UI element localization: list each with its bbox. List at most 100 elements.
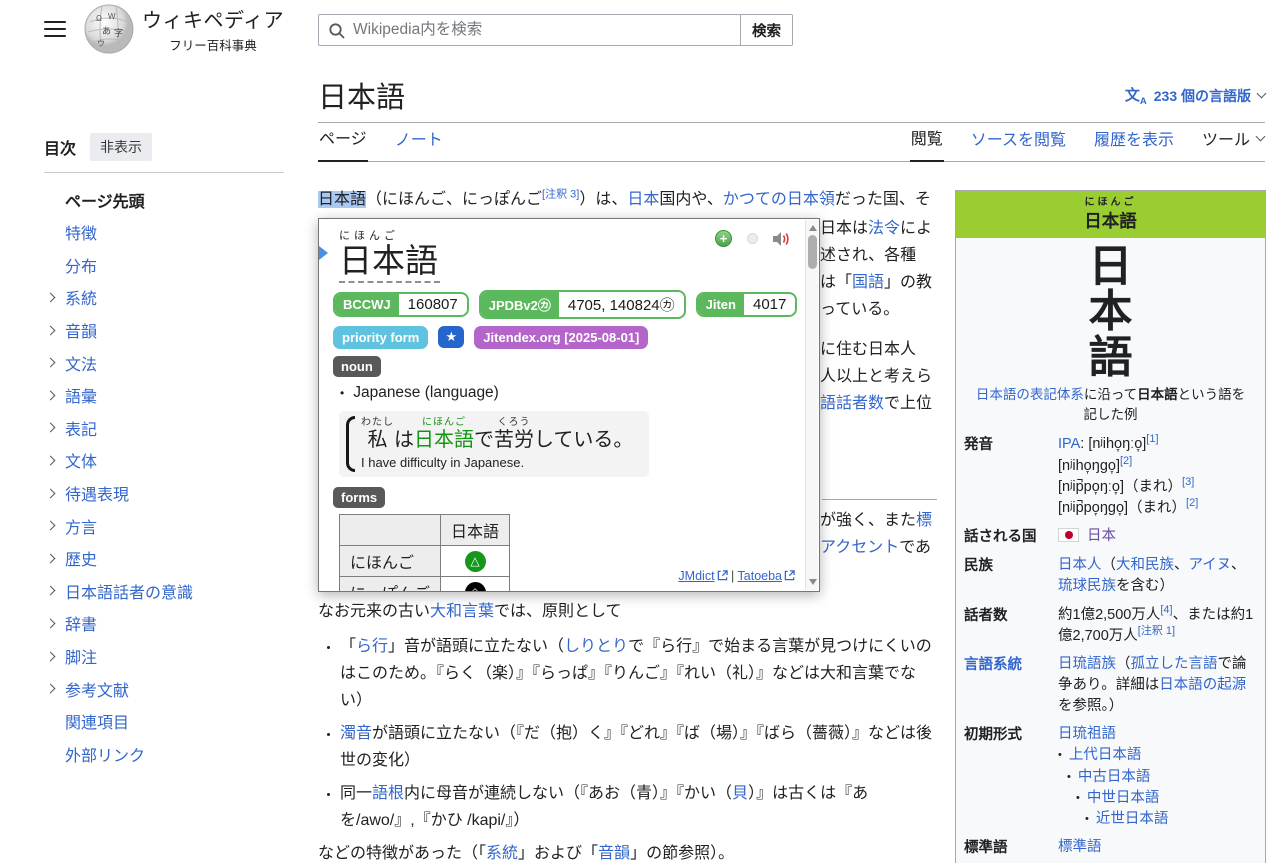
- chevron-right-icon[interactable]: [46, 488, 56, 498]
- toc-item-link[interactable]: 分布: [65, 253, 97, 277]
- infobox-label-family[interactable]: 言語系統: [964, 654, 1058, 717]
- link[interactable]: [注釈 1]: [1138, 625, 1175, 637]
- chevron-right-icon[interactable]: [46, 456, 56, 466]
- link[interactable]: 語根: [372, 785, 404, 802]
- calligraphy-character: 語: [956, 335, 1265, 380]
- link[interactable]: 国語: [852, 274, 884, 291]
- toc-item-link[interactable]: 参考文献: [65, 677, 129, 701]
- link[interactable]: 中世日本語: [1087, 788, 1160, 809]
- footer-link[interactable]: JMdict: [678, 569, 714, 583]
- link[interactable]: IPA: [1058, 436, 1080, 452]
- link[interactable]: 日本人: [1058, 557, 1102, 573]
- chevron-right-icon[interactable]: [46, 358, 56, 368]
- link[interactable]: [2]: [1186, 497, 1198, 509]
- toc-item-link[interactable]: 系統: [65, 285, 97, 309]
- toc-item-link[interactable]: 脚注: [65, 644, 97, 668]
- search-input[interactable]: [319, 15, 740, 45]
- toc-item-link[interactable]: 待遇表現: [65, 481, 129, 505]
- link[interactable]: 日本語の表記体系: [976, 387, 1084, 402]
- scroll-down-icon[interactable]: [809, 579, 817, 585]
- gloss-text: Japanese (language): [353, 384, 499, 401]
- toc-item-link[interactable]: 文法: [65, 351, 97, 375]
- popup-scrollbar[interactable]: [805, 220, 818, 590]
- chevron-right-icon[interactable]: [46, 553, 56, 563]
- view-note-icon[interactable]: [747, 233, 758, 244]
- toc-item-link[interactable]: 特徴: [65, 220, 97, 244]
- tab-tools[interactable]: ツール: [1201, 126, 1265, 161]
- link[interactable]: 近世日本語: [1096, 809, 1169, 830]
- toc-item-link[interactable]: 辞書: [65, 611, 97, 635]
- wikipedia-logo[interactable]: Ω W あ 字 ウ ウィキペディア フリー百科事典: [84, 4, 284, 54]
- toc-item-link[interactable]: 語彙: [65, 383, 97, 407]
- chevron-right-icon[interactable]: [46, 618, 56, 628]
- link[interactable]: 標準語: [1058, 839, 1102, 855]
- link[interactable]: 語話者数: [820, 395, 884, 412]
- link[interactable]: 琉球民族: [1058, 578, 1116, 594]
- scroll-up-icon[interactable]: [809, 225, 817, 231]
- link[interactable]: 貝: [732, 785, 748, 802]
- toc-item-link[interactable]: 表記: [65, 416, 97, 440]
- tab-history[interactable]: 履歴を表示: [1093, 126, 1175, 161]
- text-segment: っている。: [820, 301, 899, 318]
- link[interactable]: [2]: [1120, 455, 1132, 467]
- tab-page[interactable]: ページ: [318, 125, 368, 162]
- chevron-right-icon[interactable]: [46, 390, 56, 400]
- search-button[interactable]: 検索: [740, 15, 792, 45]
- toc-item-link[interactable]: 方言: [65, 514, 97, 538]
- link[interactable]: 日本: [627, 191, 659, 208]
- link[interactable]: [1]: [1146, 434, 1158, 446]
- link[interactable]: 濁音: [340, 725, 372, 742]
- toc-item-top[interactable]: ページ先頭: [44, 188, 284, 212]
- link[interactable]: ら行: [356, 638, 388, 655]
- headword-furigana: にほんご: [339, 227, 440, 243]
- text-segment: 日本語: [318, 191, 366, 208]
- link[interactable]: 中古日本語: [1078, 767, 1151, 788]
- toc-item-link[interactable]: 関連項目: [65, 709, 129, 733]
- chevron-right-icon[interactable]: [46, 325, 56, 335]
- link[interactable]: 標: [916, 512, 932, 529]
- toc-item-link[interactable]: 音韻: [65, 318, 97, 342]
- link[interactable]: かつての日本領: [723, 191, 835, 208]
- chevron-right-icon[interactable]: [46, 521, 56, 531]
- link[interactable]: [4]: [1160, 604, 1172, 616]
- link[interactable]: [3]: [1182, 476, 1194, 488]
- forms-reading-cell: にほんご: [340, 546, 441, 577]
- chevron-right-icon[interactable]: [46, 586, 56, 596]
- link[interactable]: 音韻: [598, 845, 630, 862]
- tab-read[interactable]: 閲覧: [910, 125, 944, 162]
- search-bar: 検索: [318, 14, 793, 46]
- link[interactable]: 日本語の起源: [1159, 677, 1246, 693]
- chevron-right-icon[interactable]: [46, 684, 56, 694]
- toc-item-link[interactable]: 文体: [65, 448, 97, 472]
- chevron-right-icon[interactable]: [46, 293, 56, 303]
- link[interactable]: 孤立した言語: [1131, 656, 1218, 672]
- audio-icon[interactable]: [773, 231, 791, 247]
- toc-item-link[interactable]: 歴史: [65, 546, 97, 570]
- tab-talk[interactable]: ノート: [394, 126, 444, 161]
- add-note-icon[interactable]: +: [715, 230, 732, 247]
- link[interactable]: 日本: [1087, 528, 1116, 544]
- link[interactable]: アイヌ: [1189, 557, 1232, 573]
- chevron-right-icon[interactable]: [46, 423, 56, 433]
- link[interactable]: 日琉語族: [1058, 656, 1116, 672]
- language-selector-button[interactable]: 文A 233 個の言語版: [1125, 84, 1265, 116]
- link[interactable]: 大和民族: [1116, 557, 1174, 573]
- link[interactable]: 系統: [486, 845, 518, 862]
- link[interactable]: 法令: [868, 220, 900, 237]
- toc-item-link[interactable]: 外部リンク: [65, 742, 145, 766]
- tab-view-source[interactable]: ソースを閲覧: [970, 126, 1067, 161]
- star-icon[interactable]: ★: [438, 326, 464, 348]
- link[interactable]: 大和言葉: [430, 603, 494, 620]
- menu-icon[interactable]: [44, 21, 66, 38]
- link[interactable]: しりとり: [564, 638, 628, 655]
- toc-item-link[interactable]: 日本語話者の意識: [65, 579, 193, 603]
- footer-link[interactable]: Tatoeba: [738, 569, 782, 583]
- scrollbar-thumb[interactable]: [808, 235, 817, 269]
- paragraph: などの特徴があった（「系統」および「音韻」の節参照）。: [318, 840, 937, 863]
- link[interactable]: 日琉祖語: [1058, 726, 1116, 742]
- chevron-right-icon[interactable]: [46, 651, 56, 661]
- toc-hide-button[interactable]: 非表示: [90, 133, 152, 161]
- link[interactable]: 上代日本語: [1069, 745, 1142, 766]
- link[interactable]: [注釈 3]: [542, 189, 579, 201]
- link[interactable]: アクセント: [820, 539, 899, 556]
